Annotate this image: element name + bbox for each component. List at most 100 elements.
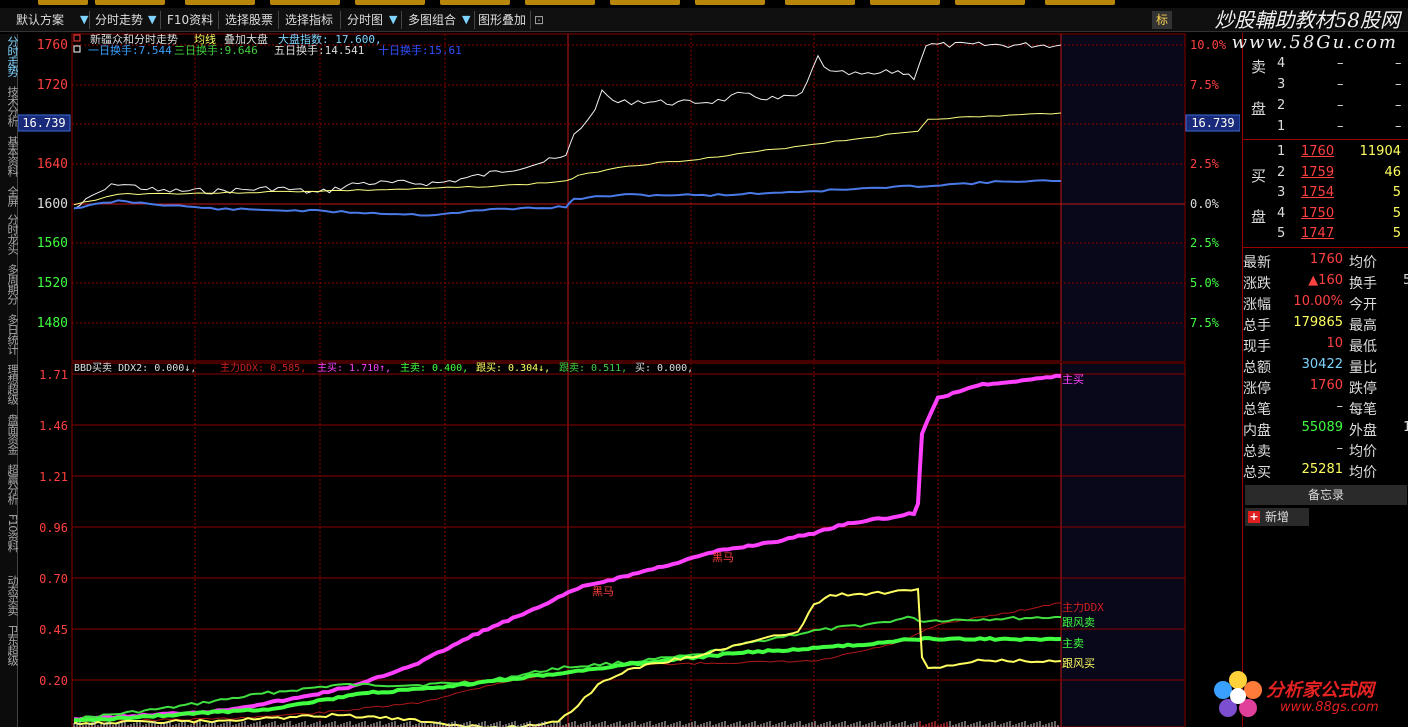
volume: – [1395,77,1402,92]
top-tab[interactable] [1045,0,1115,5]
quote-row: 总买 25281 均价 [1243,460,1408,481]
price: – [1337,77,1344,92]
left-tab-4[interactable]: 分时龙头 [0,214,19,254]
top-tab[interactable] [270,0,340,5]
divider [278,11,279,29]
series-label: 跟风买 [1062,657,1095,670]
left-tab-0[interactable]: 分时走势 [0,36,19,76]
top-tab[interactable] [185,0,255,5]
quote-key: 均价 [1349,255,1377,271]
overlay-button[interactable]: 图形叠加 [478,11,526,29]
left-tab-8[interactable]: 盘面资金 [0,414,19,454]
flower-logo-icon [1214,671,1262,717]
intraday-button[interactable]: 分时走势 [95,11,143,29]
left-tab-11[interactable]: 动态买卖 [0,575,19,615]
chevron-down-icon[interactable]: ▼ [389,11,397,29]
add-memo-label: 新增 [1265,510,1290,524]
quote-key: 跌停 [1349,381,1377,397]
buy-row[interactable]: 5 1747 5 [1243,224,1408,244]
price: – [1337,119,1344,134]
pct-axis-label: 0.0% [1190,197,1220,211]
indicator-axis-label: 0.20 [39,674,68,688]
plus-icon: + [1248,510,1260,523]
top-strip [0,0,1140,6]
mark-button[interactable]: 标 [1152,11,1172,29]
select-indicator-button[interactable]: 选择指标 [285,11,333,29]
left-tab-12[interactable]: 卫东超级 [0,625,19,665]
left-tab-1[interactable]: 技术分析 [0,86,19,126]
quote-value: 1760 [1309,378,1343,393]
quote-value: 30422 [1301,357,1343,372]
quote-value: – [1336,441,1344,456]
volume: 5 [1392,226,1401,242]
f10-button[interactable]: F10资料 [167,11,213,29]
chevron-down-icon[interactable]: ▼ [148,11,156,29]
sell-row[interactable]: 盘 2 – – [1243,96,1408,118]
lock-icon[interactable]: ⊡ [534,11,544,29]
top-pane-frame [71,33,1186,362]
buy-row[interactable]: 盘 4 1750 5 [1243,204,1408,226]
sell-row[interactable]: 1 – – [1243,117,1408,137]
chevron-down-icon[interactable]: ▼ [462,11,470,29]
quote-key: 内盘 [1243,423,1271,439]
separator [1243,139,1408,140]
left-tab-5[interactable]: 多周期分 [0,264,19,304]
top-tab[interactable] [355,0,425,5]
quote-key: 每笔 [1349,402,1377,418]
quote-value: 10.00% [1293,294,1343,309]
top-tab[interactable] [610,0,680,5]
divider [218,11,219,29]
intraday-chart: 1760 1720 1640 1600 1560 1520 1480 10.0% 7.5% 2.5… [18,33,1240,727]
indicator-legend: 主买: 1.710↑, [317,362,391,374]
quote-value: – [1336,399,1344,414]
quote-key: 总手 [1243,318,1271,334]
quote-key: 总卖 [1243,444,1271,460]
left-tab-10[interactable]: F10资料 [0,514,19,551]
left-tab-6[interactable]: 多日统计 [0,314,19,354]
level-num: 1 [1277,119,1286,134]
series-label: 主买 [1062,373,1084,386]
indicator-legend: BBD买卖 DDX2: 0.000↓, [74,362,196,374]
series-label: 主卖 [1062,637,1084,650]
level-num: 4 [1277,56,1286,71]
divider [530,11,531,29]
indicator-axis-label: 0.70 [39,572,68,586]
left-tab-7[interactable]: 理想超级 [0,364,19,404]
quote-key: 涨幅 [1243,297,1271,313]
quote-key: 现手 [1243,339,1271,355]
top-tab[interactable] [870,0,940,5]
left-tab-9[interactable]: 超赢分析 [0,464,19,504]
multi-chart-button[interactable]: 多图组合 [408,11,456,29]
scheme-button[interactable]: 默认方案 [16,11,64,29]
indicator-axis-label: 1.21 [39,470,68,484]
bottom-pane-frame [71,362,1186,727]
pct-axis-label: 10.0% [1190,38,1227,52]
level-num: 1 [1277,144,1286,159]
sell-row[interactable]: 卖 4 – – [1243,54,1408,76]
top-tab[interactable] [695,0,765,5]
price: 1754 [1301,185,1335,201]
left-tab-2[interactable]: 基本资料 [0,136,19,176]
buy-row[interactable]: 买 2 1759 46 [1243,163,1408,185]
top-tab[interactable] [955,0,1025,5]
top-tab[interactable] [525,0,595,5]
chevron-down-icon[interactable]: ▼ [80,11,88,29]
select-stock-button[interactable]: 选择股票 [225,11,273,29]
add-memo-button[interactable]: + 新增 [1245,508,1309,526]
volume: – [1395,119,1402,134]
quote-value: ▲160 [1308,273,1343,288]
buy-row[interactable]: 1 1760 11904 [1243,142,1408,162]
sell-row[interactable]: 3 – – [1243,75,1408,95]
top-tab[interactable] [440,0,510,5]
top-tab[interactable] [95,0,165,5]
intraday-chart-button[interactable]: 分时图 [347,11,383,29]
volume: 46 [1384,164,1401,180]
left-tab-3[interactable]: 全屏 [0,186,19,206]
buy-row[interactable]: 3 1754 5 [1243,183,1408,203]
indicator-legend: 买: 0.000, [635,362,693,374]
top-tab[interactable] [38,0,88,5]
top-tab[interactable] [785,0,855,5]
turnover-label: 五日换手:14.541 [274,43,364,57]
price: – [1337,98,1344,113]
series-label: 主力DDX [1062,601,1104,614]
